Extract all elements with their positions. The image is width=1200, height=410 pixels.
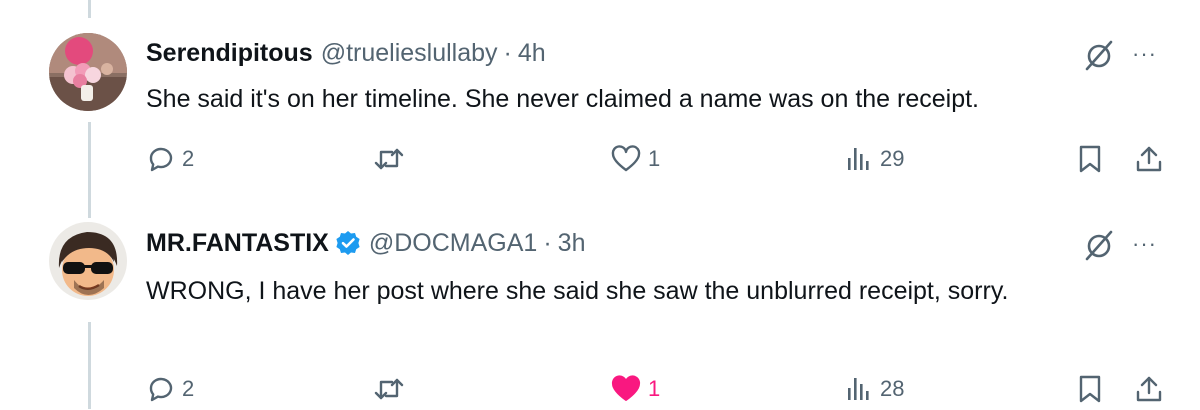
view-count: 29 <box>880 146 905 171</box>
tweet-header: MR.FANTASTIX @DOCMAGA1 · 3h <box>146 228 585 258</box>
views-button[interactable]: 29 <box>846 144 904 174</box>
share-button[interactable] <box>1134 374 1164 404</box>
reply-icon <box>149 147 173 172</box>
grok-icon[interactable] <box>1082 228 1116 262</box>
tweet-text: She said it's on her timeline. She never… <box>146 85 979 113</box>
timestamp[interactable]: 4h <box>518 38 546 68</box>
heart-filled-icon <box>611 375 641 401</box>
tweet-actions: 2 1 28 <box>0 370 1200 410</box>
bookmark-icon <box>1079 375 1101 403</box>
bookmark-button[interactable] <box>1076 374 1104 404</box>
views-icon <box>848 148 869 170</box>
timestamp[interactable]: 3h <box>558 228 586 258</box>
reply-count: 2 <box>182 376 195 401</box>
bookmark-icon <box>1079 145 1101 173</box>
view-count: 28 <box>880 376 905 401</box>
reply-button[interactable]: 2 <box>146 144 194 174</box>
avatar[interactable] <box>49 222 127 300</box>
tweet-header: Serendipitous @truelieslullaby · 4h <box>146 38 546 68</box>
avatar[interactable] <box>49 33 127 111</box>
more-options-icon[interactable]: ··· <box>1132 41 1157 67</box>
reply-icon <box>149 377 173 402</box>
separator: · <box>543 229 552 257</box>
tweet-text: WRONG, I have her post where she said sh… <box>146 277 1009 305</box>
retweet-icon <box>374 148 404 170</box>
verified-badge-icon <box>335 230 361 256</box>
views-button[interactable]: 28 <box>846 374 904 404</box>
reply-button[interactable]: 2 <box>146 374 194 404</box>
like-count: 1 <box>648 376 661 401</box>
reply-count: 2 <box>182 146 195 171</box>
share-button[interactable] <box>1134 144 1164 174</box>
handle[interactable]: @truelieslullaby <box>321 38 498 68</box>
more-options-icon[interactable]: ··· <box>1132 231 1157 257</box>
like-count: 1 <box>648 146 661 171</box>
retweet-button[interactable] <box>372 374 412 404</box>
tweet[interactable]: MR.FANTASTIX @DOCMAGA1 · 3h ··· WRONG, I… <box>0 200 1200 409</box>
tweet-actions: 2 1 29 <box>0 140 1200 180</box>
like-button[interactable]: 1 <box>610 144 660 174</box>
avatar-image <box>49 33 127 111</box>
share-icon <box>1136 376 1162 402</box>
views-icon <box>848 378 869 400</box>
avatar-image <box>49 222 127 300</box>
grok-icon[interactable] <box>1082 38 1116 72</box>
retweet-icon <box>374 378 404 400</box>
bookmark-button[interactable] <box>1076 144 1104 174</box>
tweet[interactable]: Serendipitous @truelieslullaby · 4h ··· … <box>0 0 1200 200</box>
handle[interactable]: @DOCMAGA1 <box>369 228 537 258</box>
display-name[interactable]: Serendipitous <box>146 38 313 68</box>
heart-icon <box>611 145 641 172</box>
retweet-button[interactable] <box>372 144 412 174</box>
share-icon <box>1136 146 1162 172</box>
separator: · <box>503 39 512 67</box>
display-name[interactable]: MR.FANTASTIX <box>146 228 329 258</box>
like-button[interactable]: 1 <box>610 374 660 404</box>
